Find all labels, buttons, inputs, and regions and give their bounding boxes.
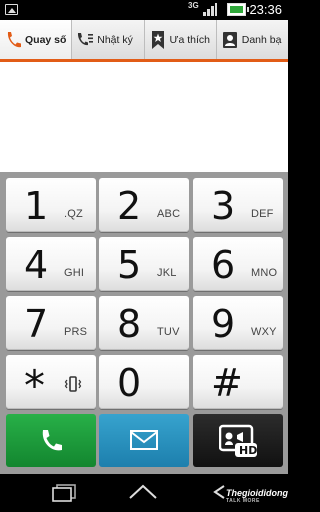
- watermark-tagline: TALK MORE: [226, 498, 260, 504]
- battery-icon: [227, 3, 249, 16]
- key-digit: 5: [117, 243, 142, 287]
- key-6[interactable]: 6 MNO: [193, 237, 283, 291]
- phone-handset-icon: [4, 30, 22, 50]
- key-4[interactable]: 4 GHI: [6, 237, 96, 291]
- back-icon[interactable]: [212, 483, 226, 506]
- favorites-star-icon: [149, 30, 167, 50]
- call-button[interactable]: [6, 414, 96, 467]
- key-digit: *: [24, 361, 45, 410]
- vibrate-icon: [64, 375, 82, 393]
- key-star[interactable]: *: [6, 355, 96, 410]
- call-log-icon: [76, 30, 94, 50]
- key-digit: 9: [211, 302, 236, 346]
- number-display[interactable]: [0, 62, 288, 172]
- tab-favorites[interactable]: Ưa thích: [145, 20, 217, 60]
- tab-contacts[interactable]: Danh bạ: [217, 20, 288, 60]
- key-letters: TUV: [157, 326, 180, 338]
- key-8[interactable]: 8 TUV: [99, 296, 189, 350]
- tab-favorites-label: Ưa thích: [169, 34, 211, 46]
- video-call-button[interactable]: HD: [193, 414, 283, 467]
- status-bar: 3G 23:36: [0, 0, 288, 20]
- status-time: 23:36: [249, 2, 282, 17]
- watermark-brand: Thegioididong: [226, 488, 288, 498]
- message-button[interactable]: [99, 414, 189, 467]
- image-notification-icon: [5, 4, 18, 15]
- tab-contacts-label: Danh bạ: [241, 34, 282, 46]
- phone-handset-icon: [38, 428, 64, 459]
- tab-dialer[interactable]: Quay số: [0, 20, 73, 60]
- contacts-icon: [221, 30, 239, 50]
- key-letters: JKL: [157, 267, 177, 279]
- key-letters: .QZ: [64, 208, 83, 220]
- key-letters: PRS: [64, 326, 88, 338]
- key-digit: 7: [24, 302, 49, 346]
- key-digit: 3: [211, 184, 236, 228]
- key-digit: 6: [211, 243, 236, 287]
- key-7[interactable]: 7 PRS: [6, 296, 96, 350]
- key-letters: WXY: [251, 326, 277, 338]
- key-digit: 2: [117, 184, 142, 228]
- key-digit: 0: [117, 361, 142, 405]
- key-5[interactable]: 5 JKL: [99, 237, 189, 291]
- key-1[interactable]: 1 .QZ: [6, 178, 96, 232]
- home-icon[interactable]: [128, 483, 158, 506]
- signal-icon: [203, 3, 217, 16]
- tab-call-log[interactable]: Nhật ký: [72, 20, 145, 60]
- key-digit: 1: [24, 184, 49, 228]
- key-digit: 8: [117, 302, 142, 346]
- key-0[interactable]: 0: [99, 355, 189, 409]
- key-hash[interactable]: #: [193, 355, 283, 409]
- key-9[interactable]: 9 WXY: [193, 296, 283, 350]
- tab-bar: Quay số Nhật ký Ưa thích Danh bạ: [0, 20, 288, 60]
- watermark-logo: Thegioididong TALK MORE: [226, 488, 288, 504]
- dial-keypad: 1 .QZ 2 ABC 3 DEF 4 GHI 5 JKL 6 MNO 7 PR…: [0, 172, 288, 474]
- hd-badge: HD: [239, 444, 258, 457]
- tab-call-log-label: Nhật ký: [97, 34, 133, 46]
- key-letters: MNO: [251, 267, 278, 279]
- key-letters: ABC: [157, 208, 181, 220]
- key-letters: DEF: [251, 208, 274, 220]
- key-letters: GHI: [64, 267, 85, 279]
- envelope-icon: [130, 430, 158, 455]
- key-digit: #: [211, 361, 243, 405]
- key-3[interactable]: 3 DEF: [193, 178, 283, 232]
- key-2[interactable]: 2 ABC: [99, 178, 189, 232]
- network-type: 3G: [188, 1, 199, 10]
- recent-apps-icon[interactable]: [52, 484, 78, 507]
- key-digit: 4: [24, 243, 49, 287]
- tab-dialer-label: Quay số: [25, 34, 67, 46]
